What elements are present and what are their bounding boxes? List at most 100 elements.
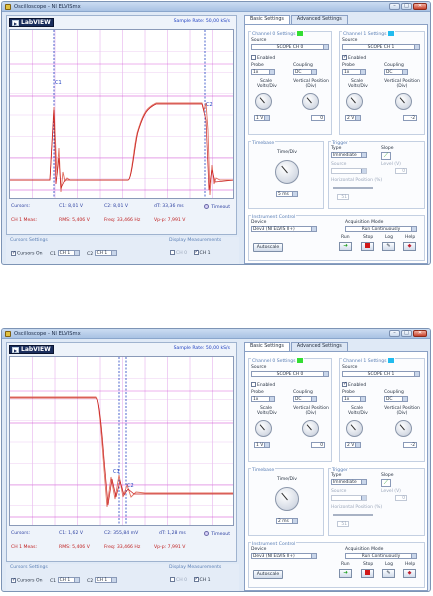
tab-advanced-settings[interactable]: Advanced Settings xyxy=(290,15,348,24)
close-button[interactable]: ✕ xyxy=(413,3,427,10)
ch1-enabled-checkbox[interactable] xyxy=(342,54,347,60)
slope-rising-icon[interactable]: ⟋ xyxy=(381,152,391,160)
trigger-level-field[interactable]: 0 xyxy=(395,495,407,501)
minimize-button[interactable]: – xyxy=(389,3,400,10)
ch0-color-icon xyxy=(296,358,303,363)
ch0-coupling-select[interactable]: DC xyxy=(293,396,317,402)
channel-0-settings: Channel 0 Settings Source SCOPE CH 0 Ena… xyxy=(248,358,332,462)
hpos-slider[interactable] xyxy=(333,187,373,189)
timediv-select[interactable]: 2 ms xyxy=(276,518,298,524)
c1-select[interactable]: CH 1 xyxy=(57,250,80,256)
tab-basic-settings[interactable]: Basic Settings xyxy=(244,15,290,24)
trigger-source-select[interactable] xyxy=(331,495,367,501)
ch1-source-select[interactable]: SCOPE CH 1 xyxy=(342,44,420,50)
logo-text: LabVIEW xyxy=(21,346,51,353)
ch1-source-select[interactable]: SCOPE CH 1 xyxy=(342,371,420,377)
trigger-slope-label: Slope xyxy=(381,146,394,151)
trigger-level-field[interactable]: 0 xyxy=(395,168,407,174)
ch1-vpos-knob[interactable] xyxy=(395,93,412,110)
trigger-source-select[interactable] xyxy=(331,168,367,174)
help-button[interactable]: ◆ xyxy=(403,242,416,251)
ch1-vpos-knob[interactable] xyxy=(395,420,412,437)
waveform-graph[interactable]: C1 C2 xyxy=(9,29,234,199)
ch0-scale-select[interactable]: 1 V xyxy=(254,115,270,121)
acq-mode-select[interactable]: Run Continuously xyxy=(345,553,417,559)
run-button[interactable]: ➜ xyxy=(339,242,352,251)
stop-button[interactable] xyxy=(361,569,374,578)
timediv-select[interactable]: 5 ms xyxy=(276,191,298,197)
minimize-button[interactable]: – xyxy=(389,330,400,337)
ch1-source-label: Source xyxy=(342,38,358,43)
tab-advanced-settings[interactable]: Advanced Settings xyxy=(290,342,348,351)
ch0-vpos-knob[interactable] xyxy=(302,420,319,437)
ch0-probe-select[interactable]: 1x xyxy=(251,69,275,75)
cursor-c2-value: C2: 8,01 V xyxy=(104,204,128,209)
ch1-scale-knob[interactable] xyxy=(346,93,363,110)
c2-select[interactable]: CH 1 xyxy=(94,250,117,256)
c2-select[interactable]: CH 1 xyxy=(94,577,117,583)
maximize-button[interactable]: □ xyxy=(401,3,412,10)
ch1-probe-label: Probe xyxy=(342,63,355,68)
c1-select[interactable]: CH 1 xyxy=(57,577,80,583)
close-button[interactable]: ✕ xyxy=(413,330,427,337)
tab-basic-settings[interactable]: Basic Settings xyxy=(244,342,290,351)
slope-rising-icon[interactable]: ⟋ xyxy=(381,479,391,487)
maximize-button[interactable]: □ xyxy=(401,330,412,337)
ch1-coupling-select[interactable]: DC xyxy=(384,69,408,75)
acq-mode-select[interactable]: Run Continuously xyxy=(345,226,417,232)
trigger-type-select[interactable]: Immediate xyxy=(331,152,367,158)
ch0-vpos-field[interactable]: 0 xyxy=(311,115,325,121)
ch0-display-checkbox[interactable] xyxy=(170,577,175,582)
ch0-enabled-checkbox[interactable] xyxy=(251,55,256,60)
ch1-probe-select[interactable]: 1x xyxy=(342,396,366,402)
ch0-source-select[interactable]: SCOPE CH 0 xyxy=(251,371,329,377)
ch0-scale-select[interactable]: 1 V xyxy=(254,442,270,448)
ch1-display-checkbox[interactable] xyxy=(193,249,199,255)
trigger-hpos-field[interactable]: 51 xyxy=(337,521,349,527)
device-select[interactable]: Dev3 (NI ELVIS II+) xyxy=(251,226,317,232)
timediv-knob[interactable] xyxy=(275,160,299,184)
log-button[interactable]: ✎ xyxy=(382,569,395,578)
help-button[interactable]: ◆ xyxy=(403,569,416,578)
trigger-settings: Trigger Type Slope Immediate ⟋ Source Le… xyxy=(328,141,425,209)
vpp-value: Vp-p: 7,991 V xyxy=(154,545,186,550)
autoscale-button[interactable]: Autoscale xyxy=(253,243,283,252)
run-button[interactable]: ➜ xyxy=(339,569,352,578)
ch0-display-checkbox[interactable] xyxy=(170,250,175,255)
ch0-vpos-knob[interactable] xyxy=(302,93,319,110)
trigger-hpos-field[interactable]: 51 xyxy=(337,194,349,200)
ch0-enabled-label: Enabled xyxy=(257,383,276,388)
ch1-coupling-select[interactable]: DC xyxy=(384,396,408,402)
ch0-probe-select[interactable]: 1x xyxy=(251,396,275,402)
ch0-enabled-checkbox[interactable] xyxy=(251,382,256,387)
ch1-vpos-field[interactable]: -2 xyxy=(403,115,417,121)
stop-button[interactable] xyxy=(361,242,374,251)
ch0-coupling-select[interactable]: DC xyxy=(293,69,317,75)
ch1-scale-knob[interactable] xyxy=(346,420,363,437)
log-button[interactable]: ✎ xyxy=(382,242,395,251)
ch0-scale-knob[interactable] xyxy=(255,93,272,110)
trigger-type-select[interactable]: Immediate xyxy=(331,479,367,485)
c2-label: C2 xyxy=(87,251,94,257)
cursors-on-checkbox[interactable] xyxy=(11,577,16,583)
timediv-knob[interactable] xyxy=(275,487,299,511)
ch0-source-select[interactable]: SCOPE CH 0 xyxy=(251,44,329,50)
hpos-slider[interactable] xyxy=(333,514,373,516)
ch1-meas-label: CH 1 Meas: xyxy=(11,218,38,223)
ch1-display-label: CH 1 xyxy=(199,251,211,256)
cursors-on-checkbox[interactable] xyxy=(11,250,16,256)
display-measurements-row: CH 0 CH 1 xyxy=(170,249,211,256)
ch1-scale-select[interactable]: 2 V xyxy=(345,115,361,121)
ch1-vpos-field[interactable]: -2 xyxy=(403,442,417,448)
ch1-display-checkbox[interactable] xyxy=(193,576,199,582)
ch0-scale-knob[interactable] xyxy=(255,420,272,437)
ch1-probe-select[interactable]: 1x xyxy=(342,69,366,75)
stop-label: Stop xyxy=(363,235,374,240)
ch0-display-label: CH 0 xyxy=(176,578,188,583)
autoscale-button[interactable]: Autoscale xyxy=(253,570,283,579)
waveform-graph[interactable]: C1 C2 xyxy=(9,356,234,526)
ch0-vpos-field[interactable]: 0 xyxy=(311,442,325,448)
ch1-enabled-checkbox[interactable] xyxy=(342,381,347,387)
ch1-scale-select[interactable]: 2 V xyxy=(345,442,361,448)
device-select[interactable]: Dev3 (NI ELVIS II+) xyxy=(251,553,317,559)
